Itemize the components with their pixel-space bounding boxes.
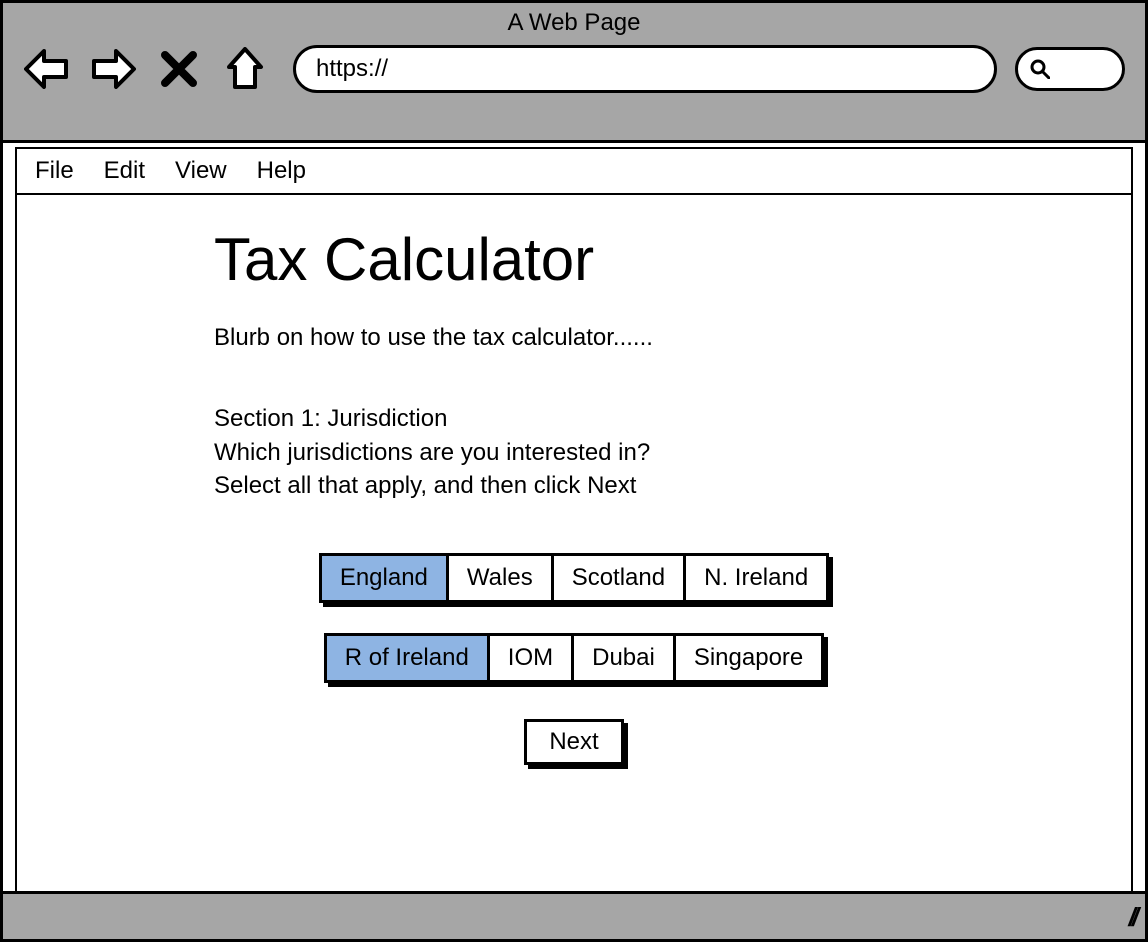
section-heading: Section 1: Jurisdiction [214, 402, 934, 436]
menu-help[interactable]: Help [257, 157, 306, 185]
jurisdiction-row-1: England Wales Scotland N. Ireland [319, 553, 829, 603]
browser-window: A Web Page [0, 0, 1148, 942]
search-box[interactable] [1015, 47, 1125, 91]
jurisdiction-row-2: R of Ireland IOM Dubai Singapore [324, 633, 825, 683]
toggle-england[interactable]: England [322, 556, 449, 600]
menu-edit[interactable]: Edit [104, 157, 145, 185]
toggle-dubai[interactable]: Dubai [574, 636, 676, 680]
forward-icon[interactable] [89, 45, 137, 93]
page-content: Tax Calculator Blurb on how to use the t… [15, 195, 1133, 891]
page-title: Tax Calculator [214, 225, 934, 294]
toggle-r-of-ireland[interactable]: R of Ireland [327, 636, 490, 680]
section-block: Section 1: Jurisdiction Which jurisdicti… [214, 402, 934, 503]
back-icon[interactable] [23, 45, 71, 93]
browser-title: A Web Page [3, 3, 1145, 37]
section-instruction: Select all that apply, and then click Ne… [214, 469, 934, 503]
toggle-n-ireland[interactable]: N. Ireland [686, 556, 826, 600]
toggle-scotland[interactable]: Scotland [554, 556, 686, 600]
menu-file[interactable]: File [35, 157, 74, 185]
status-bar: // [3, 891, 1145, 939]
section-question: Which jurisdictions are you interested i… [214, 436, 934, 470]
browser-chrome: A Web Page [3, 3, 1145, 143]
search-icon [1030, 59, 1050, 79]
toggle-iom[interactable]: IOM [490, 636, 574, 680]
menu-bar: File Edit View Help [15, 147, 1133, 195]
menu-view[interactable]: View [175, 157, 227, 185]
stop-icon[interactable] [155, 45, 203, 93]
browser-toolbar [3, 37, 1145, 93]
next-button[interactable]: Next [524, 719, 623, 765]
toggle-singapore[interactable]: Singapore [676, 636, 821, 680]
resize-grip-icon[interactable]: // [1129, 902, 1135, 933]
toggle-wales[interactable]: Wales [449, 556, 554, 600]
home-icon[interactable] [221, 45, 269, 93]
page-blurb: Blurb on how to use the tax calculator..… [214, 324, 934, 352]
url-input[interactable] [293, 45, 997, 93]
